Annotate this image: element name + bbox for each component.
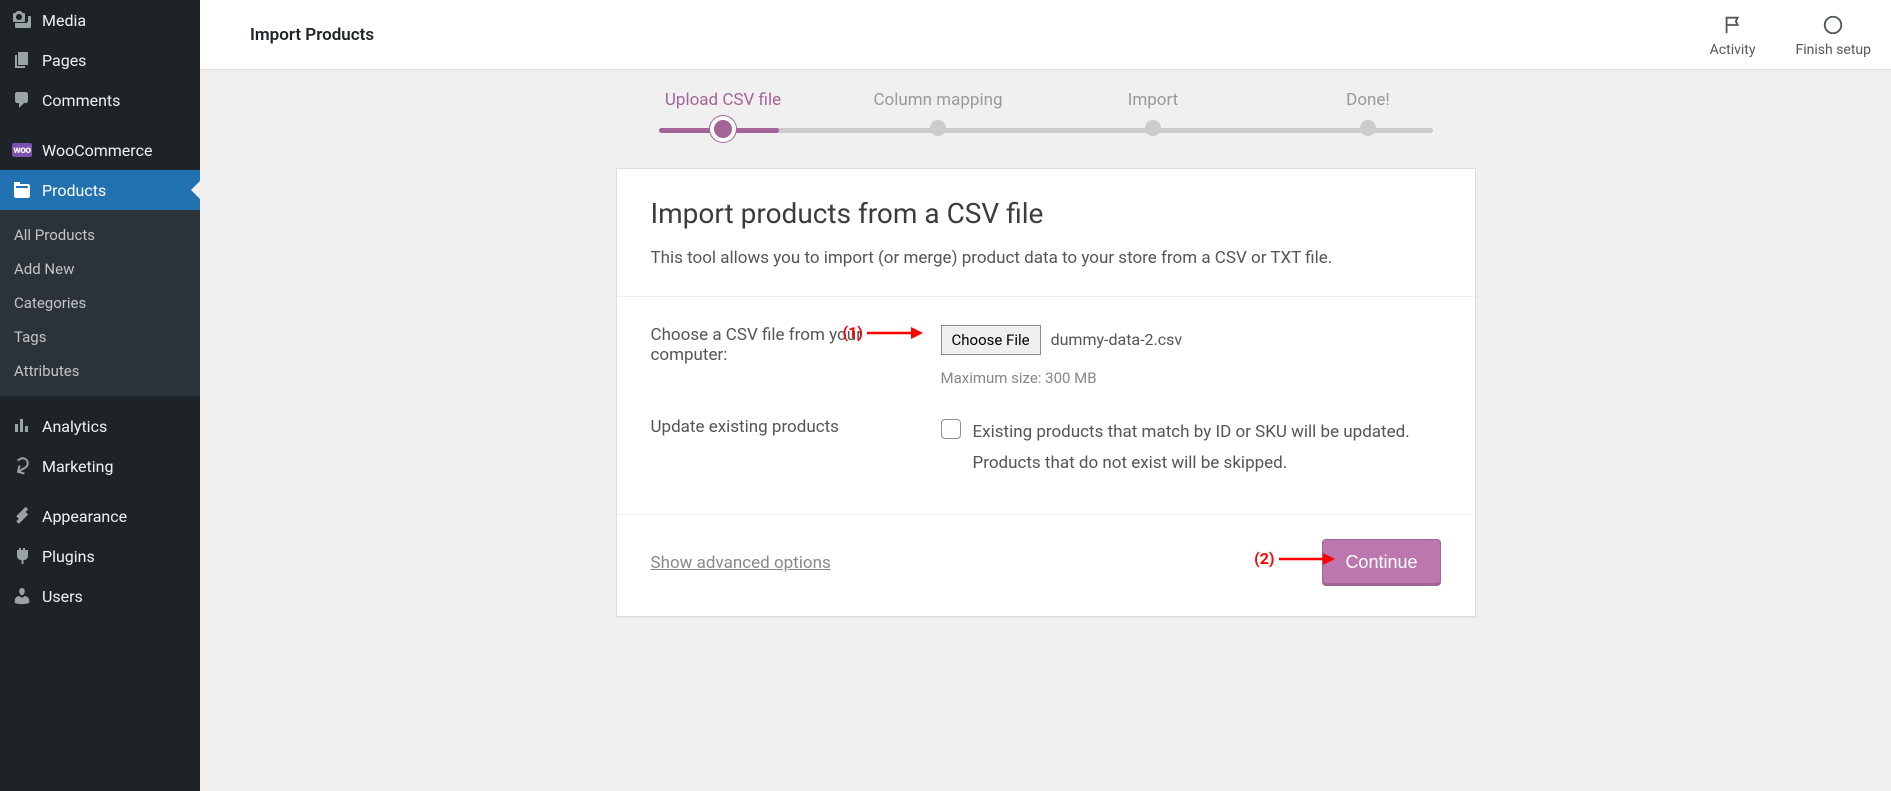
step-import: Import bbox=[1046, 90, 1261, 138]
products-submenu: All Products Add New Categories Tags Att… bbox=[0, 210, 200, 396]
update-description: Existing products that match by ID or SK… bbox=[973, 417, 1441, 478]
sidebar-item-products[interactable]: Products bbox=[0, 170, 200, 210]
topbar: Import Products Activity Finish setup bbox=[200, 0, 1891, 70]
menu-label: WooCommerce bbox=[42, 141, 152, 160]
menu-label: Users bbox=[42, 587, 83, 606]
menu-label: Plugins bbox=[42, 547, 95, 566]
admin-sidebar: Media Pages Comments woo WooCommerce Pro… bbox=[0, 0, 200, 791]
finish-setup-button[interactable]: Finish setup bbox=[1796, 12, 1872, 58]
menu-label: Appearance bbox=[42, 507, 127, 526]
activity-label: Activity bbox=[1710, 42, 1756, 58]
products-icon bbox=[12, 180, 32, 200]
continue-button[interactable]: Continue bbox=[1322, 539, 1440, 586]
step-label: Done! bbox=[1261, 90, 1476, 110]
menu-label: Comments bbox=[42, 91, 120, 110]
menu-label: Analytics bbox=[42, 417, 107, 436]
comment-icon bbox=[12, 90, 32, 110]
menu-label: Media bbox=[42, 11, 86, 30]
sidebar-item-analytics[interactable]: Analytics bbox=[0, 406, 200, 446]
sidebar-item-marketing[interactable]: Marketing bbox=[0, 446, 200, 486]
sidebar-item-pages[interactable]: Pages bbox=[0, 40, 200, 80]
submenu-tags[interactable]: Tags bbox=[0, 320, 200, 354]
step-mapping: Column mapping bbox=[831, 90, 1046, 138]
progress-stepper: Upload CSV file Column mapping Import Do… bbox=[616, 90, 1476, 138]
step-dot-icon bbox=[714, 120, 732, 138]
page-title: Import Products bbox=[250, 25, 374, 45]
step-dot-icon bbox=[930, 120, 946, 136]
submenu-categories[interactable]: Categories bbox=[0, 286, 200, 320]
step-label: Import bbox=[1046, 90, 1261, 110]
analytics-icon bbox=[12, 416, 32, 436]
update-existing-checkbox[interactable] bbox=[941, 419, 961, 439]
submenu-add-new[interactable]: Add New bbox=[0, 252, 200, 286]
advanced-options-link[interactable]: Show advanced options bbox=[651, 553, 831, 573]
step-label: Upload CSV file bbox=[616, 90, 831, 110]
menu-label: Marketing bbox=[42, 457, 113, 476]
step-done: Done! bbox=[1261, 90, 1476, 138]
users-icon bbox=[12, 586, 32, 606]
activity-button[interactable]: Activity bbox=[1710, 12, 1756, 58]
menu-label: Products bbox=[42, 181, 106, 200]
card-title: Import products from a CSV file bbox=[651, 197, 1441, 230]
sidebar-item-plugins[interactable]: Plugins bbox=[0, 536, 200, 576]
step-upload: Upload CSV file bbox=[616, 90, 831, 138]
submenu-all-products[interactable]: All Products bbox=[0, 218, 200, 252]
file-name: dummy-data-2.csv bbox=[1051, 330, 1183, 349]
max-size-hint: Maximum size: 300 MB bbox=[941, 369, 1441, 387]
menu-label: Pages bbox=[42, 51, 86, 70]
step-dot-icon bbox=[1145, 120, 1161, 136]
submenu-attributes[interactable]: Attributes bbox=[0, 354, 200, 388]
file-label: Choose a CSV file from your computer: bbox=[651, 325, 921, 387]
sidebar-item-appearance[interactable]: Appearance bbox=[0, 496, 200, 536]
media-icon bbox=[12, 10, 32, 30]
woocommerce-icon: woo bbox=[12, 140, 32, 160]
sidebar-item-comments[interactable]: Comments bbox=[0, 80, 200, 120]
step-dot-icon bbox=[1360, 120, 1376, 136]
sidebar-item-media[interactable]: Media bbox=[0, 0, 200, 40]
import-card: Import products from a CSV file This too… bbox=[616, 168, 1476, 617]
update-label: Update existing products bbox=[651, 417, 921, 478]
card-description: This tool allows you to import (or merge… bbox=[651, 248, 1441, 268]
content-area: Upload CSV file Column mapping Import Do… bbox=[200, 70, 1891, 791]
choose-file-button[interactable]: Choose File bbox=[941, 325, 1041, 355]
marketing-icon bbox=[12, 456, 32, 476]
finish-setup-label: Finish setup bbox=[1796, 42, 1872, 58]
sidebar-item-users[interactable]: Users bbox=[0, 576, 200, 616]
plugins-icon bbox=[12, 546, 32, 566]
sidebar-item-woocommerce[interactable]: woo WooCommerce bbox=[0, 130, 200, 170]
circle-icon bbox=[1796, 12, 1872, 38]
main-area: Import Products Activity Finish setup bbox=[200, 0, 1891, 791]
page-icon bbox=[12, 50, 32, 70]
step-label: Column mapping bbox=[831, 90, 1046, 110]
flag-icon bbox=[1710, 12, 1756, 38]
appearance-icon bbox=[12, 506, 32, 526]
